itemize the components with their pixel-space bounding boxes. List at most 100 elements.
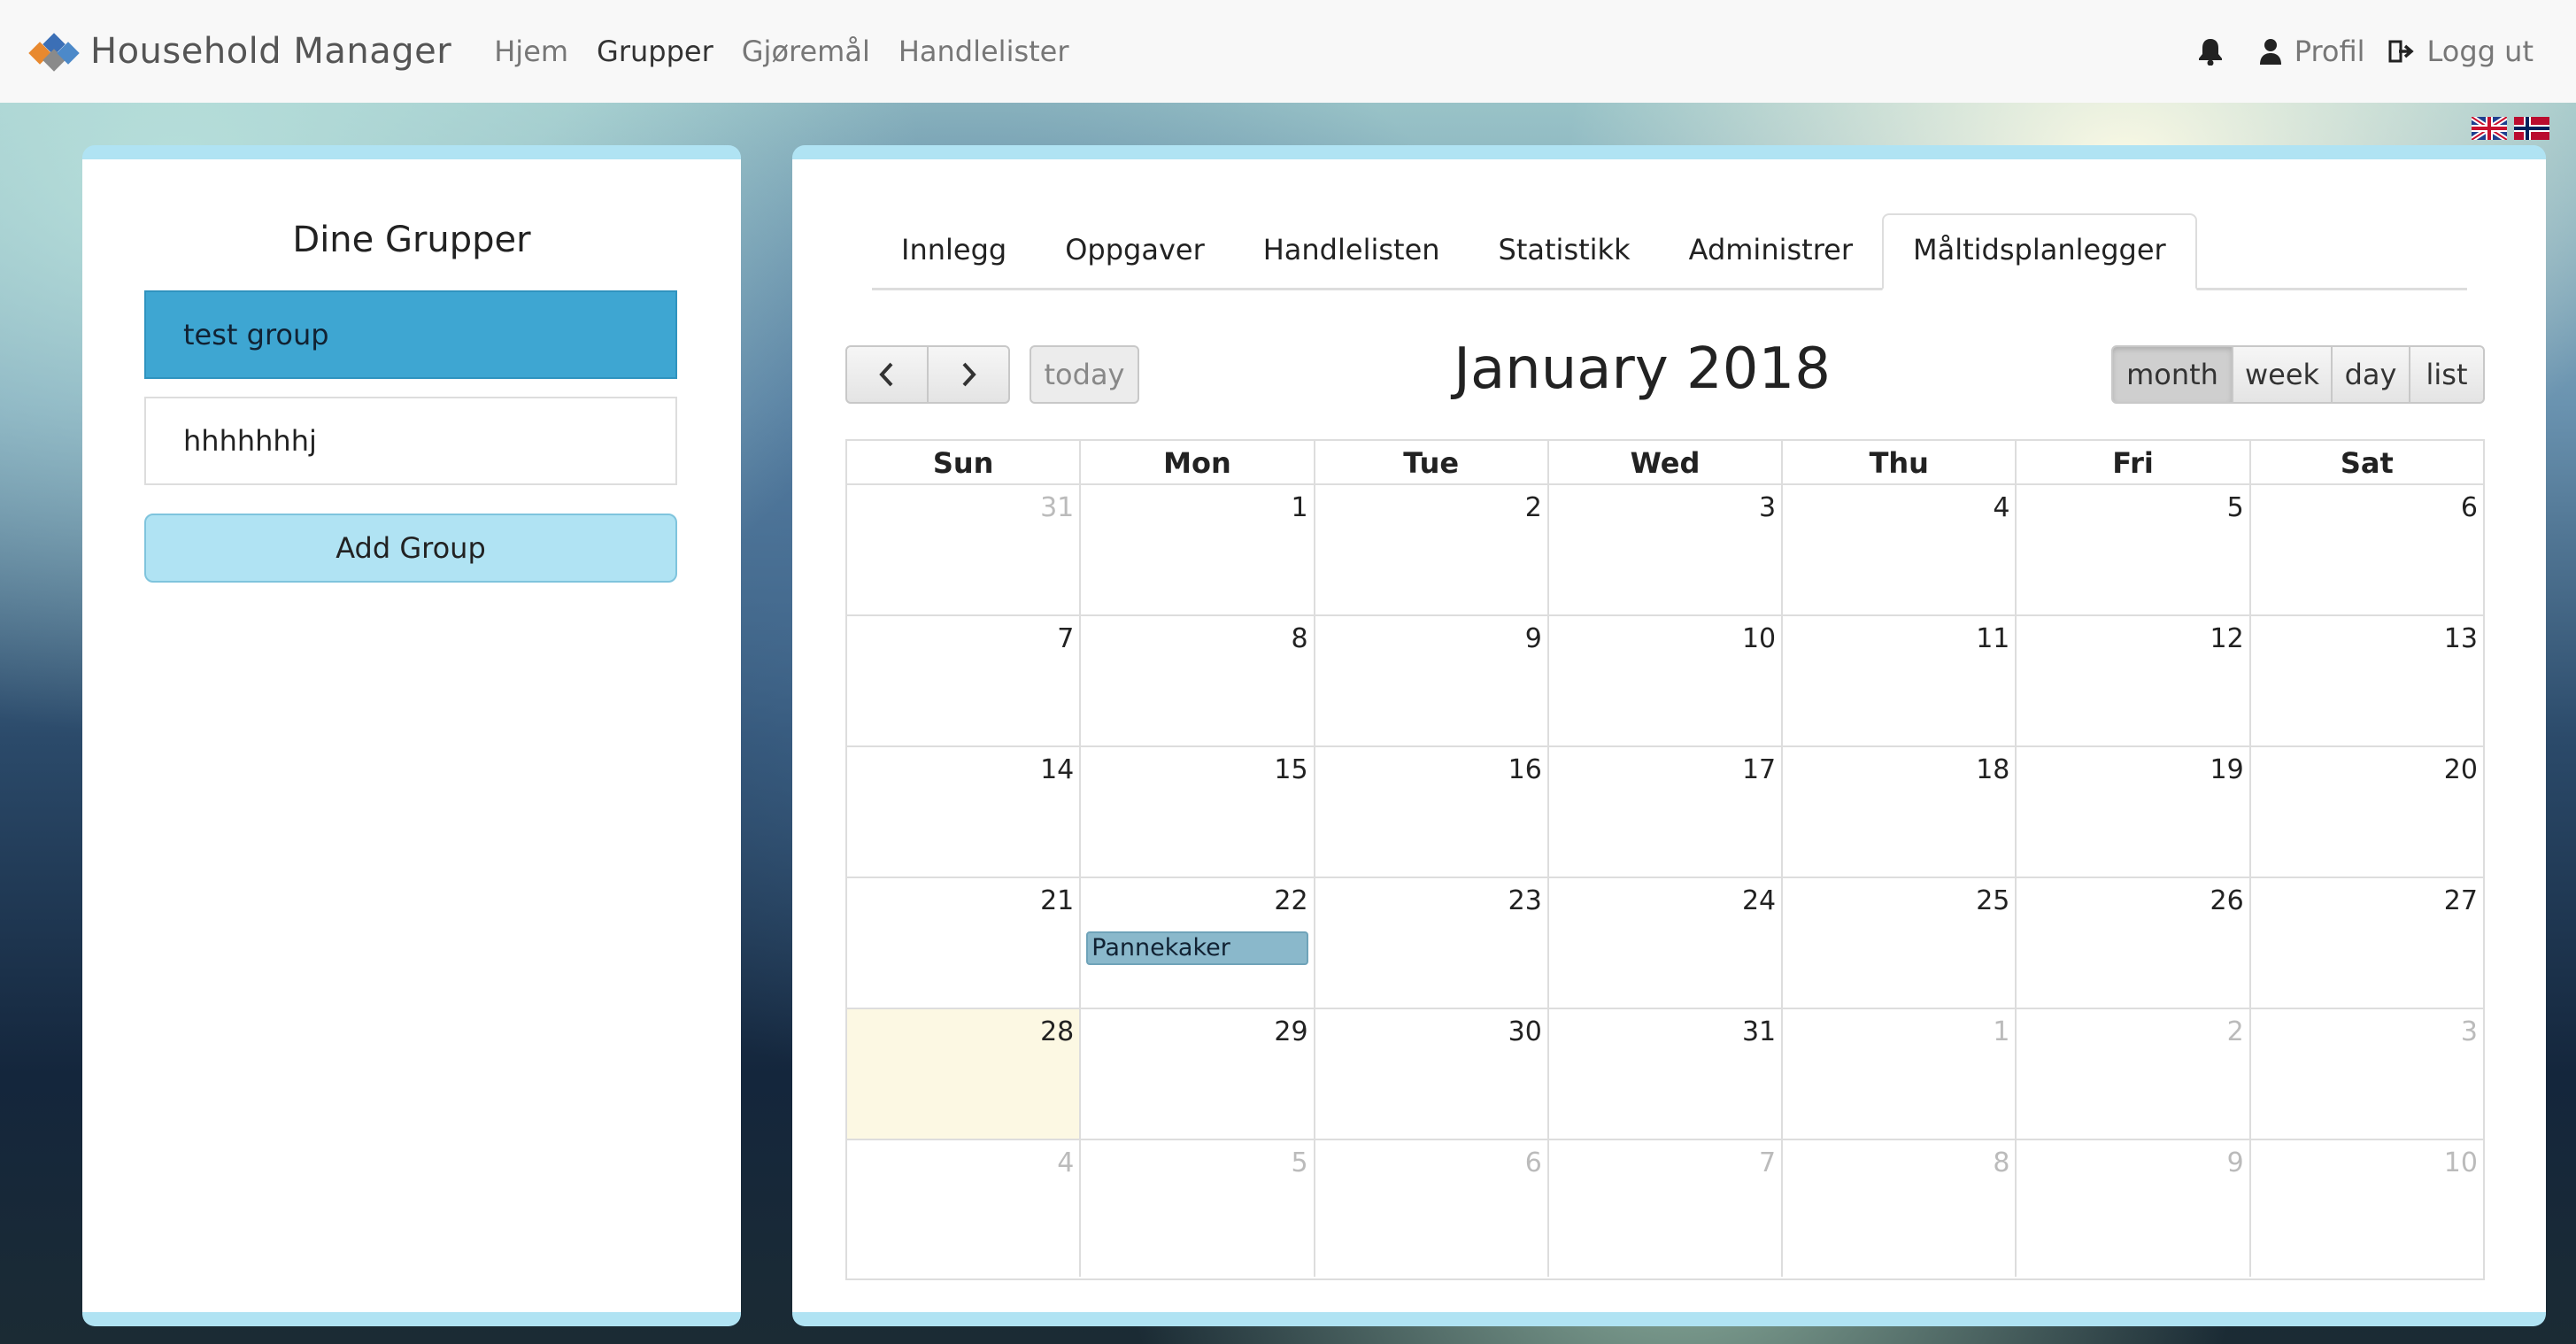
day-number[interactable]: 18 xyxy=(1976,754,2009,785)
day-number[interactable]: 21 xyxy=(1040,885,1074,916)
calendar-day-cell[interactable]: 8 xyxy=(1081,616,1315,745)
tab-administrer[interactable]: Administrer xyxy=(1660,233,1882,288)
nav-link-handlelister[interactable]: Handlelister xyxy=(899,35,1069,68)
day-number[interactable]: 3 xyxy=(2461,1016,2478,1047)
tab-oppgaver[interactable]: Oppgaver xyxy=(1036,233,1234,288)
day-number[interactable]: 17 xyxy=(1742,754,1776,785)
add-group-button[interactable]: Add Group xyxy=(144,514,677,583)
day-number[interactable]: 7 xyxy=(1057,623,1074,654)
day-number[interactable]: 30 xyxy=(1508,1016,1542,1047)
calendar-day-cell[interactable]: 14 xyxy=(847,747,1082,877)
view-list-button[interactable]: list xyxy=(2409,345,2485,404)
tab-innlegg[interactable]: Innlegg xyxy=(872,233,1036,288)
calendar-day-cell[interactable]: 6 xyxy=(2251,485,2483,614)
calendar-day-cell[interactable]: 22 Pannekaker xyxy=(1081,878,1315,1008)
day-number[interactable]: 26 xyxy=(2210,885,2244,916)
day-number[interactable]: 3 xyxy=(1759,492,1776,523)
calendar-day-cell[interactable]: 20 xyxy=(2251,747,2483,877)
prev-month-button[interactable] xyxy=(845,345,929,404)
day-number[interactable]: 13 xyxy=(2444,623,2478,654)
calendar-day-cell[interactable]: 4 xyxy=(847,1140,1082,1277)
calendar-day-cell[interactable]: 5 xyxy=(1081,1140,1315,1277)
day-number[interactable]: 5 xyxy=(1291,1147,1307,1178)
calendar-day-cell[interactable]: 2 xyxy=(2017,1009,2251,1139)
day-number[interactable]: 6 xyxy=(2461,492,2478,523)
day-number[interactable]: 7 xyxy=(1759,1147,1776,1178)
day-number[interactable]: 31 xyxy=(1742,1016,1776,1047)
view-week-button[interactable]: week xyxy=(2232,345,2333,404)
day-number[interactable]: 20 xyxy=(2444,754,2478,785)
calendar-day-cell[interactable]: 17 xyxy=(1549,747,1784,877)
day-number[interactable]: 11 xyxy=(1976,623,2009,654)
day-number[interactable]: 8 xyxy=(1291,623,1307,654)
day-number[interactable]: 28 xyxy=(1040,1016,1074,1047)
calendar-day-cell[interactable]: 23 xyxy=(1315,878,1549,1008)
calendar-event[interactable]: Pannekaker xyxy=(1086,931,1308,965)
day-number[interactable]: 14 xyxy=(1040,754,1074,785)
day-number[interactable]: 2 xyxy=(2227,1016,2244,1047)
day-number[interactable]: 9 xyxy=(1525,623,1542,654)
calendar-day-cell[interactable]: 5 xyxy=(2017,485,2251,614)
tab-statistikk[interactable]: Statistikk xyxy=(1469,233,1660,288)
day-number[interactable]: 1 xyxy=(1993,1016,2009,1047)
calendar-day-cell[interactable]: 26 xyxy=(2017,878,2251,1008)
calendar-day-cell[interactable]: 27 xyxy=(2251,878,2483,1008)
calendar-day-cell[interactable]: 15 xyxy=(1081,747,1315,877)
profile-link[interactable]: Profil xyxy=(2259,35,2365,68)
group-item-hhhhhhhj[interactable]: hhhhhhhj xyxy=(144,397,677,485)
day-number[interactable]: 16 xyxy=(1508,754,1542,785)
day-number[interactable]: 10 xyxy=(2444,1147,2478,1178)
calendar-day-cell[interactable]: 11 xyxy=(1783,616,2017,745)
norway-flag-icon[interactable] xyxy=(2514,117,2549,140)
day-number[interactable]: 6 xyxy=(1525,1147,1542,1178)
day-number[interactable]: 24 xyxy=(1742,885,1776,916)
day-number[interactable]: 4 xyxy=(1057,1147,1074,1178)
day-number[interactable]: 23 xyxy=(1508,885,1542,916)
day-number[interactable]: 4 xyxy=(1993,492,2009,523)
calendar-day-cell[interactable]: 31 xyxy=(1549,1009,1784,1139)
calendar-day-cell[interactable]: 7 xyxy=(1549,1140,1784,1277)
day-number[interactable]: 2 xyxy=(1525,492,1542,523)
nav-link-grupper[interactable]: Grupper xyxy=(597,35,713,68)
calendar-day-cell[interactable]: 10 xyxy=(1549,616,1784,745)
calendar-day-cell[interactable]: 9 xyxy=(2017,1140,2251,1277)
tab-handlelisten[interactable]: Handlelisten xyxy=(1234,233,1469,288)
calendar-day-cell[interactable]: 10 xyxy=(2251,1140,2483,1277)
calendar-day-cell[interactable]: 31 xyxy=(847,485,1082,614)
calendar-day-cell[interactable]: 25 xyxy=(1783,878,2017,1008)
group-item-test-group[interactable]: test group xyxy=(144,290,677,379)
calendar-day-cell[interactable]: 19 xyxy=(2017,747,2251,877)
nav-link-gjoremal[interactable]: Gjøremål xyxy=(742,35,870,68)
today-button[interactable]: today xyxy=(1030,345,1139,404)
day-number[interactable]: 15 xyxy=(1274,754,1307,785)
day-number[interactable]: 22 xyxy=(1274,885,1307,916)
day-number[interactable]: 19 xyxy=(2210,754,2244,785)
calendar-day-cell[interactable]: 1 xyxy=(1783,1009,2017,1139)
calendar-day-cell[interactable]: 29 xyxy=(1081,1009,1315,1139)
uk-flag-icon[interactable] xyxy=(2472,117,2507,140)
day-number[interactable]: 9 xyxy=(2227,1147,2244,1178)
calendar-day-cell[interactable]: 1 xyxy=(1081,485,1315,614)
day-number[interactable]: 29 xyxy=(1274,1016,1307,1047)
calendar-day-cell-today[interactable]: 28 xyxy=(847,1009,1082,1139)
day-number[interactable]: 25 xyxy=(1976,885,2009,916)
view-day-button[interactable]: day xyxy=(2331,345,2410,404)
calendar-day-cell[interactable]: 7 xyxy=(847,616,1082,745)
nav-link-hjem[interactable]: Hjem xyxy=(494,35,568,68)
calendar-day-cell[interactable]: 21 xyxy=(847,878,1082,1008)
calendar-day-cell[interactable]: 6 xyxy=(1315,1140,1549,1277)
calendar-day-cell[interactable]: 12 xyxy=(2017,616,2251,745)
tab-maltidsplanlegger[interactable]: Måltidsplanlegger xyxy=(1882,213,2197,290)
view-month-button[interactable]: month xyxy=(2111,345,2233,404)
calendar-day-cell[interactable]: 3 xyxy=(2251,1009,2483,1139)
calendar-day-cell[interactable]: 16 xyxy=(1315,747,1549,877)
calendar-day-cell[interactable]: 3 xyxy=(1549,485,1784,614)
calendar-day-cell[interactable]: 30 xyxy=(1315,1009,1549,1139)
day-number[interactable]: 8 xyxy=(1993,1147,2009,1178)
logout-link[interactable]: Logg ut xyxy=(2388,35,2534,68)
notifications-button[interactable] xyxy=(2197,37,2236,66)
calendar-day-cell[interactable]: 24 xyxy=(1549,878,1784,1008)
calendar-day-cell[interactable]: 8 xyxy=(1783,1140,2017,1277)
calendar-day-cell[interactable]: 18 xyxy=(1783,747,2017,877)
day-number[interactable]: 10 xyxy=(1742,623,1776,654)
